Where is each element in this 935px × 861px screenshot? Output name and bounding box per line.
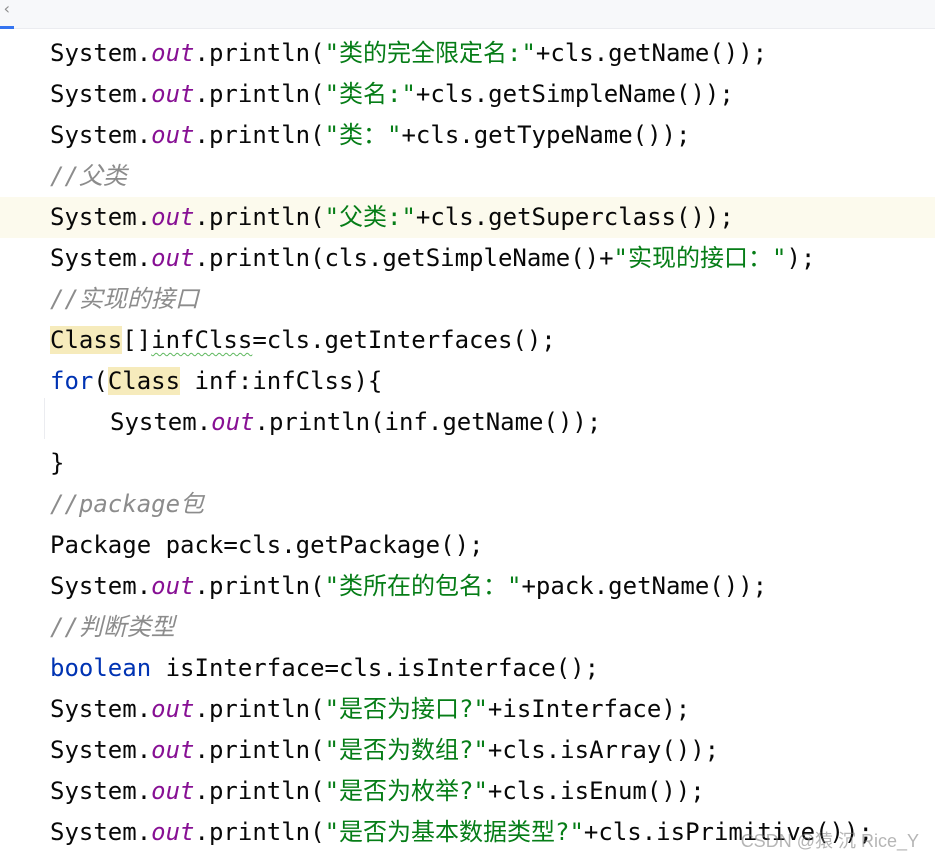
code-field-token: out: [151, 39, 195, 67]
code-line[interactable]: //package包: [0, 484, 935, 525]
code-string-token: "类名:": [324, 80, 416, 108]
code-line[interactable]: System.out.println("类的完全限定名:"+cls.getNam…: [0, 33, 935, 74]
code-comment: //package包: [50, 490, 205, 518]
code-token: .println(cls.getSimpleName()+: [194, 244, 614, 272]
code-field-token: out: [151, 736, 195, 764]
code-token: (: [93, 367, 108, 395]
code-line[interactable]: for(Class inf:infClss){: [0, 361, 935, 402]
code-class-token-highlighted: Class: [50, 326, 123, 354]
code-token: .println(: [194, 39, 325, 67]
code-token: +cls.getTypeName());: [401, 121, 691, 149]
code-string-token: "是否为接口?": [324, 695, 488, 723]
code-token: System.: [50, 121, 152, 149]
code-string-token: "是否为枚举?": [324, 777, 488, 805]
code-token: System.: [50, 572, 152, 600]
code-token: .println(inf.getName());: [254, 408, 602, 436]
code-token: );: [786, 244, 816, 272]
code-line[interactable]: Class[]infClss=cls.getInterfaces();: [0, 320, 935, 361]
code-token: System.: [110, 408, 212, 436]
code-string-token: "实现的接口：": [613, 244, 787, 272]
code-line[interactable]: //父类: [0, 156, 935, 197]
code-comment: //父类: [50, 162, 127, 190]
code-token: System.: [50, 203, 152, 231]
code-keyword: for: [50, 367, 94, 395]
code-token: +cls.getSimpleName());: [415, 80, 734, 108]
code-field-token: out: [211, 408, 255, 436]
code-area[interactable]: System.out.println("类的完全限定名:"+cls.getNam…: [0, 29, 935, 861]
code-token: .println(: [194, 572, 325, 600]
code-token: .println(: [194, 695, 325, 723]
code-string-token: "是否为基本数据类型?": [324, 818, 584, 846]
code-string-token: "类的完全限定名:": [324, 39, 536, 67]
code-token: +cls.isArray());: [487, 736, 720, 764]
code-field-token: out: [151, 121, 195, 149]
code-token: +pack.getName());: [521, 572, 768, 600]
code-line[interactable]: System.out.println("类名:"+cls.getSimpleNa…: [0, 74, 935, 115]
code-comment: //实现的接口: [50, 285, 199, 313]
code-token: +cls.isEnum());: [487, 777, 705, 805]
code-line[interactable]: System.out.println(inf.getName());: [0, 402, 935, 443]
editor-tab-bar: ‹: [0, 0, 935, 29]
code-comment: //判断类型: [50, 613, 175, 641]
code-line[interactable]: //判断类型: [0, 607, 935, 648]
code-token: .println(: [194, 80, 325, 108]
code-token: .println(: [194, 121, 325, 149]
code-field-token: out: [151, 572, 195, 600]
code-field-token: out: [151, 695, 195, 723]
code-line[interactable]: System.out.println("类所在的包名："+pack.getNam…: [0, 566, 935, 607]
code-token: System.: [50, 80, 152, 108]
code-token: +cls.getSuperclass());: [415, 203, 734, 231]
code-line[interactable]: System.out.println("是否为数组?"+cls.isArray(…: [0, 730, 935, 771]
chevron-left-icon[interactable]: ‹: [0, 0, 14, 26]
code-token: }: [50, 449, 65, 477]
code-line[interactable]: }: [0, 443, 935, 484]
code-line-current[interactable]: System.out.println("父类:"+cls.getSupercla…: [0, 197, 935, 238]
code-line[interactable]: System.out.println("是否为枚举?"+cls.isEnum()…: [0, 771, 935, 812]
code-token: System.: [50, 736, 152, 764]
code-token-typo-warning: infClss: [151, 326, 253, 354]
code-field-token: out: [151, 818, 195, 846]
code-token: +cls.getName());: [535, 39, 768, 67]
code-string-token: "类：": [324, 121, 402, 149]
code-token: []: [122, 326, 152, 354]
code-token: .println(: [194, 818, 325, 846]
code-class-token-highlighted: Class: [107, 367, 181, 395]
code-line[interactable]: //实现的接口: [0, 279, 935, 320]
code-token: =cls.getInterfaces();: [252, 326, 556, 354]
code-string-token: "类所在的包名：": [324, 572, 522, 600]
code-token: System.: [50, 777, 152, 805]
code-token: isInterface=cls.isInterface();: [151, 654, 600, 682]
code-line[interactable]: boolean isInterface=cls.isInterface();: [0, 648, 935, 689]
code-token: Package pack=cls.getPackage();: [50, 531, 484, 559]
code-line[interactable]: System.out.println("类："+cls.getTypeName(…: [0, 115, 935, 156]
code-line[interactable]: System.out.println("是否为接口?"+isInterface)…: [0, 689, 935, 730]
code-token: +isInterface);: [487, 695, 691, 723]
code-token: .println(: [194, 736, 325, 764]
code-string-token: "父类:": [324, 203, 416, 231]
code-token: .println(: [194, 203, 325, 231]
code-token: System.: [50, 39, 152, 67]
code-keyword: boolean: [50, 654, 152, 682]
code-line[interactable]: Package pack=cls.getPackage();: [0, 525, 935, 566]
code-line[interactable]: System.out.println(cls.getSimpleName()+"…: [0, 238, 935, 279]
code-field-token: out: [151, 80, 195, 108]
csdn-watermark: CSDN @猿 沉 Rice_Y: [740, 831, 919, 851]
code-field-token: out: [151, 777, 195, 805]
code-field-token: out: [151, 203, 195, 231]
code-field-token: out: [151, 244, 195, 272]
code-token: inf:infClss){: [180, 367, 383, 395]
code-string-token: "是否为数组?": [324, 736, 488, 764]
code-token: System.: [50, 695, 152, 723]
code-token: System.: [50, 818, 152, 846]
code-token: System.: [50, 244, 152, 272]
code-token: .println(: [194, 777, 325, 805]
code-editor[interactable]: ‹ System.out.println("类的完全限定名:"+cls.getN…: [0, 0, 935, 861]
